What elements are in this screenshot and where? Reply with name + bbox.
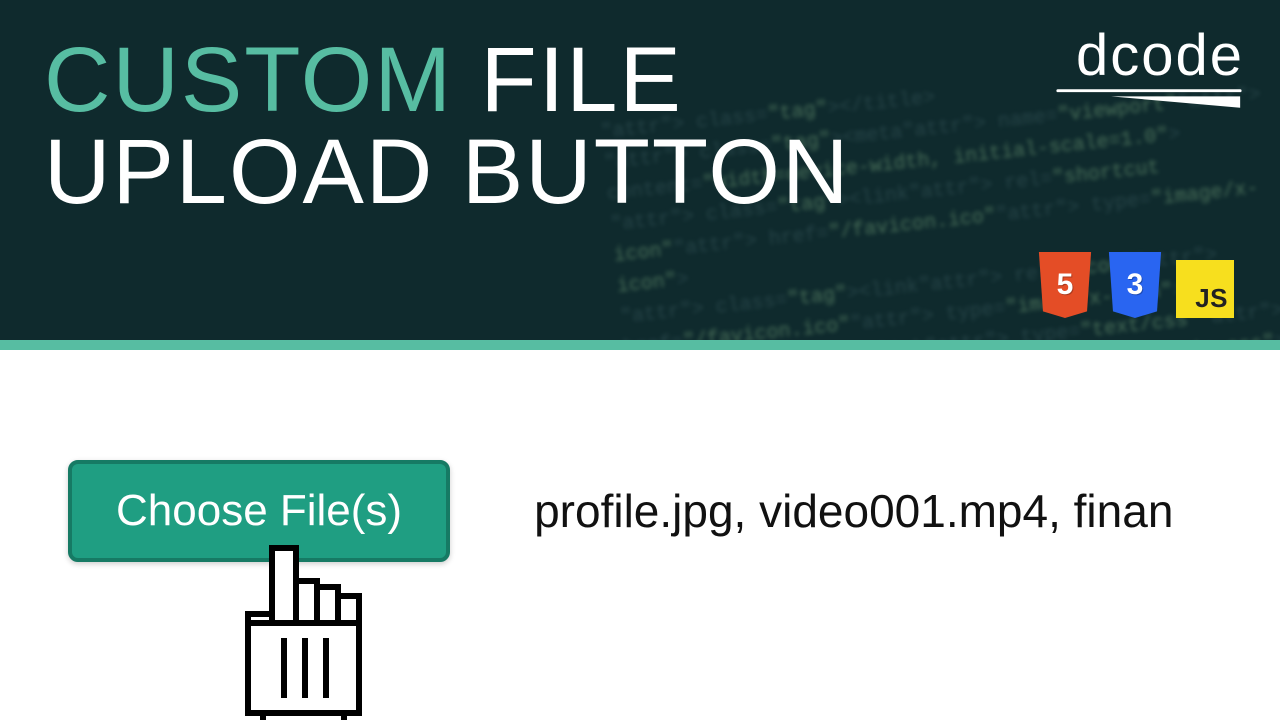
tech-badges: 5 3 JS (1036, 252, 1234, 318)
dcode-logo-swoosh-icon (1054, 85, 1244, 110)
js-badge-icon: JS (1176, 260, 1234, 318)
hero-title-accent: CUSTOM (44, 29, 453, 131)
hero-title-rest2: UPLOAD BUTTON (44, 121, 850, 223)
dcode-logo: dcode (1054, 22, 1244, 110)
html5-badge-icon: 5 (1036, 252, 1094, 318)
choose-file-button[interactable]: Choose File(s) (68, 460, 450, 562)
hero-title: CUSTOM FILE UPLOAD BUTTON (44, 34, 850, 218)
css3-badge-icon: 3 (1106, 252, 1164, 318)
css3-badge-label: 3 (1127, 268, 1144, 302)
pointer-cursor-icon (230, 545, 380, 720)
html5-badge-label: 5 (1057, 268, 1074, 302)
hero-title-rest1: FILE (453, 29, 683, 131)
dcode-logo-text: dcode (1076, 23, 1244, 88)
selected-files-text: profile.jpg, video001.mp4, finan (534, 484, 1173, 538)
hero-banner: "attr"> class="tag"></title>"attr"> clas… (0, 0, 1280, 350)
js-badge-label: JS (1195, 283, 1228, 314)
demo-area: Choose File(s) profile.jpg, video001.mp4… (0, 350, 1280, 562)
